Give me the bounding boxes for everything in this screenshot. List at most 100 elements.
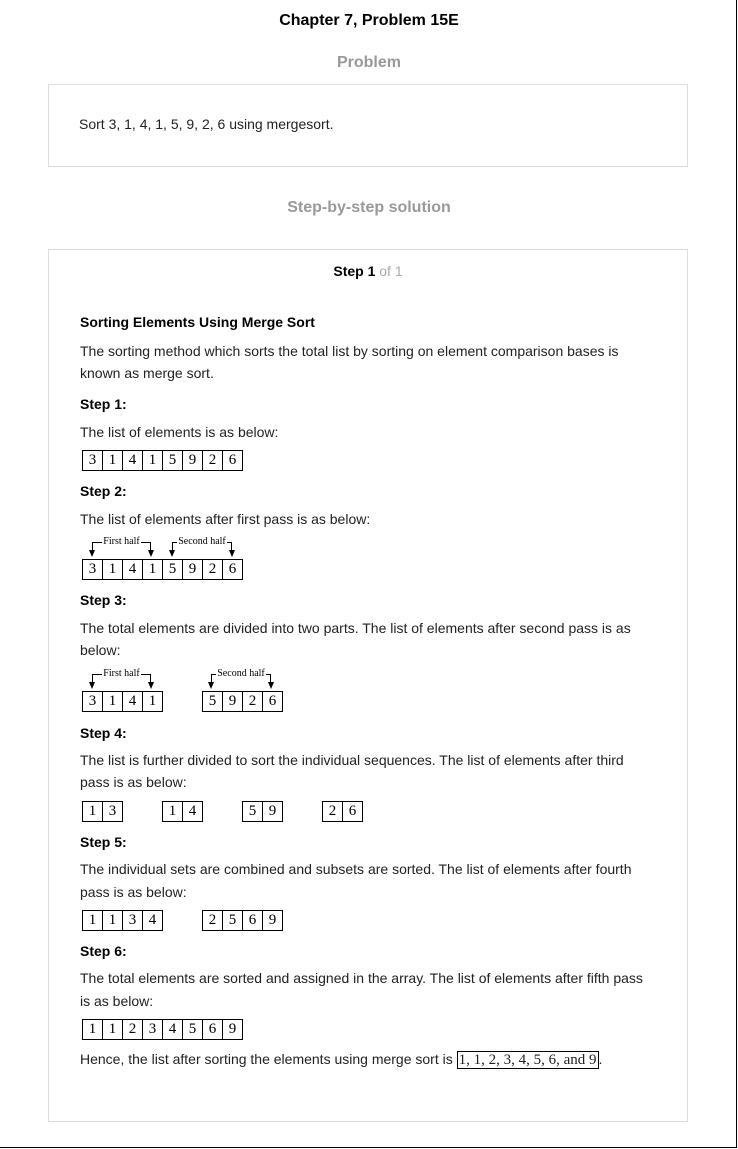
solution-heading: Step-by-step solution [287, 199, 451, 216]
step-4-text-1: The list is further divided to sort the … [80, 752, 624, 768]
array-cell: 1 [82, 910, 103, 931]
array-cell: 6 [242, 910, 263, 931]
first-half-bracket: First half [89, 668, 154, 689]
intro-line-2: known as merge sort. [80, 365, 214, 381]
problem-heading: Problem [336, 54, 401, 71]
array-cell: 3 [82, 559, 103, 580]
step-3-array-second: 5926 [202, 691, 283, 712]
problem-box: Sort 3, 1, 4, 1, 5, 9, 2, 6 using merges… [48, 84, 688, 167]
step-6-text-2: is as below: [80, 993, 154, 1009]
array-cell: 9 [222, 1019, 243, 1040]
array-cell: 2 [322, 801, 343, 822]
arrow-down-icon [89, 550, 95, 557]
step-counter: Step 1 of 1 [49, 263, 687, 279]
array-cell: 1 [102, 559, 123, 580]
arrow-down-icon [229, 550, 235, 557]
first-half-bracket: First half [89, 536, 154, 557]
array-cell: 1 [102, 691, 123, 712]
arrow-down-icon [208, 682, 214, 689]
step-5-label: Step 5: [80, 834, 127, 850]
step-4-array-3: 59 [242, 801, 283, 822]
array-cell: 1 [142, 450, 163, 471]
step-2-array: 31415926 [82, 559, 243, 580]
step-1-label: Step 1: [80, 396, 127, 412]
array-cell: 6 [262, 691, 283, 712]
second-half-label: Second half [216, 668, 266, 679]
step-2-text: The list of elements after first pass is… [80, 511, 371, 527]
array-cell: 1 [102, 910, 123, 931]
array-cell: 4 [122, 450, 143, 471]
array-cell: 6 [342, 801, 363, 822]
step-counter-total: of 1 [379, 263, 403, 279]
array-cell: 2 [202, 450, 223, 471]
arrow-down-icon [148, 550, 154, 557]
step-4-array-2: 14 [162, 801, 203, 822]
section-title: Sorting Elements Using Merge Sort [80, 314, 315, 330]
step-1-array: 31415926 [82, 450, 243, 471]
step-3-text-2: below: [80, 642, 121, 658]
array-cell: 5 [182, 1019, 203, 1040]
conclusion-text: Hence, the list after sorting the elemen… [80, 1051, 453, 1067]
arrow-down-icon [268, 682, 274, 689]
array-cell: 5 [162, 559, 183, 580]
step-2-label: Step 2: [80, 483, 127, 499]
step-4-label: Step 4: [80, 725, 127, 741]
first-half-label: First half [102, 536, 141, 547]
step-6-label: Step 6: [80, 943, 127, 959]
second-half-bracket: Second half [208, 668, 274, 689]
array-cell: 6 [222, 559, 243, 580]
array-cell: 6 [222, 450, 243, 471]
array-cell: 9 [182, 450, 203, 471]
arrow-down-icon [169, 550, 175, 557]
array-cell: 5 [162, 450, 183, 471]
array-cell: 9 [182, 559, 203, 580]
array-cell: 6 [202, 1019, 223, 1040]
conclusion-period: . [598, 1051, 603, 1067]
array-cell: 2 [202, 559, 223, 580]
array-cell: 1 [162, 801, 183, 822]
array-cell: 3 [122, 910, 143, 931]
array-cell: 2 [242, 691, 263, 712]
array-cell: 1 [142, 691, 163, 712]
conclusion: Hence, the list after sorting the elemen… [80, 1048, 665, 1071]
step-3-label: Step 3: [80, 592, 127, 608]
step-5-text-2: pass is as below: [80, 884, 187, 900]
array-cell: 4 [122, 559, 143, 580]
array-cell: 5 [202, 691, 223, 712]
problem-text: Sort 3, 1, 4, 1, 5, 9, 2, 6 using merges… [79, 116, 334, 132]
array-cell: 9 [222, 691, 243, 712]
array-cell: 4 [162, 1019, 183, 1040]
step-5-array-2: 2569 [202, 910, 283, 931]
step-3-array-first: 3141 [82, 691, 163, 712]
array-cell: 5 [222, 910, 243, 931]
array-cell: 5 [242, 801, 263, 822]
array-cell: 3 [82, 450, 103, 471]
step-6-text-1: The total elements are sorted and assign… [80, 970, 643, 986]
array-cell: 1 [142, 559, 163, 580]
arrow-down-icon [89, 682, 95, 689]
array-cell: 2 [202, 910, 223, 931]
arrow-down-icon [148, 682, 154, 689]
final-answer: 1, 1, 2, 3, 4, 5, 6, and 9 [456, 1051, 599, 1069]
array-cell: 4 [122, 691, 143, 712]
step-4-array-4: 26 [322, 801, 363, 822]
step-4-text-2: pass is as below: [80, 774, 187, 790]
array-cell: 4 [182, 801, 203, 822]
step-5-text-1: The individual sets are combined and sub… [80, 861, 632, 877]
step-6-array: 11234569 [82, 1019, 243, 1040]
step-1-text: The list of elements is as below: [80, 424, 279, 440]
array-cell: 9 [262, 910, 283, 931]
page-title: Chapter 7, Problem 15E [279, 12, 459, 29]
array-cell: 2 [122, 1019, 143, 1040]
second-half-bracket: Second half [169, 536, 235, 557]
array-cell: 3 [142, 1019, 163, 1040]
array-cell: 1 [102, 450, 123, 471]
array-cell: 3 [102, 801, 123, 822]
step-3-text-1: The total elements are divided into two … [80, 620, 631, 636]
intro-line-1: The sorting method which sorts the total… [80, 343, 619, 359]
array-cell: 1 [82, 801, 103, 822]
first-half-label: First half [102, 668, 141, 679]
array-cell: 1 [82, 1019, 103, 1040]
step-4-array-1: 13 [82, 801, 123, 822]
array-cell: 1 [102, 1019, 123, 1040]
